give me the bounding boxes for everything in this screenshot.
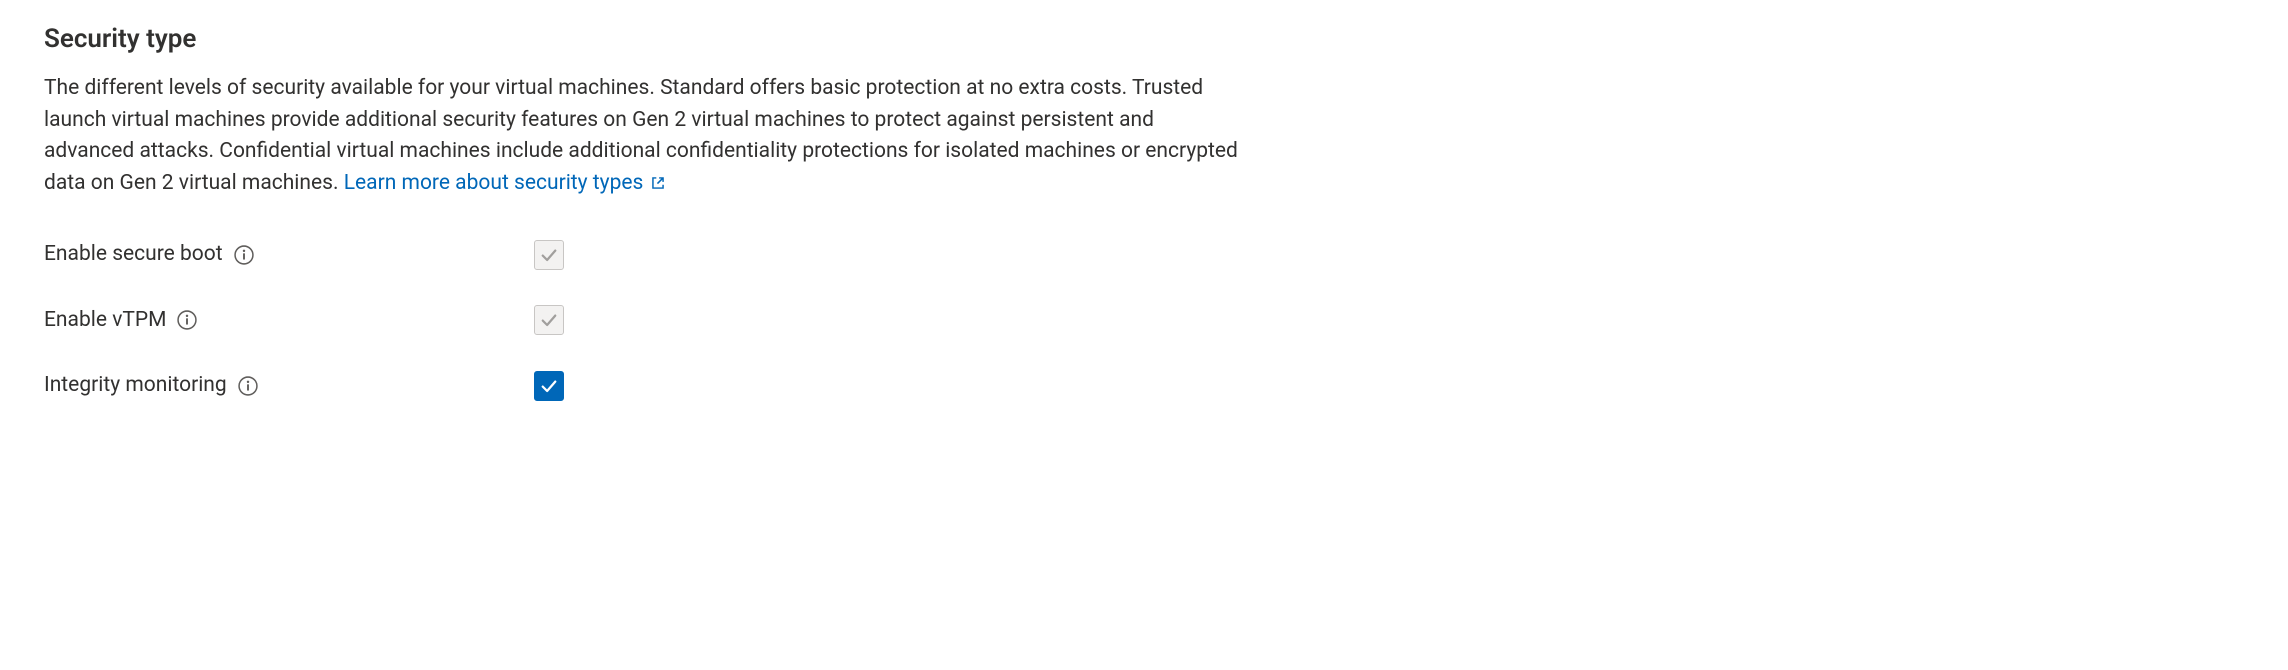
integrity-checkbox[interactable] <box>534 371 564 401</box>
section-heading: Security type <box>44 20 2244 59</box>
vtpm-checkbox <box>534 305 564 335</box>
secure-boot-label-wrap: Enable secure boot <box>44 239 534 271</box>
secure-boot-label: Enable secure boot <box>44 239 223 271</box>
integrity-row: Integrity monitoring <box>44 370 2244 402</box>
secure-boot-row: Enable secure boot <box>44 239 2244 271</box>
info-icon[interactable] <box>237 375 259 397</box>
info-icon[interactable] <box>176 309 198 331</box>
section-description: The different levels of security availab… <box>44 73 1244 199</box>
vtpm-row: Enable vTPM <box>44 305 2244 337</box>
vtpm-label-wrap: Enable vTPM <box>44 305 534 337</box>
info-icon[interactable] <box>233 244 255 266</box>
integrity-label-wrap: Integrity monitoring <box>44 370 534 402</box>
secure-boot-checkbox <box>534 240 564 270</box>
integrity-label: Integrity monitoring <box>44 370 227 402</box>
learn-more-label: Learn more about security types <box>344 168 644 200</box>
vtpm-label: Enable vTPM <box>44 305 166 337</box>
external-link-icon <box>649 174 667 192</box>
learn-more-link[interactable]: Learn more about security types <box>344 168 668 200</box>
